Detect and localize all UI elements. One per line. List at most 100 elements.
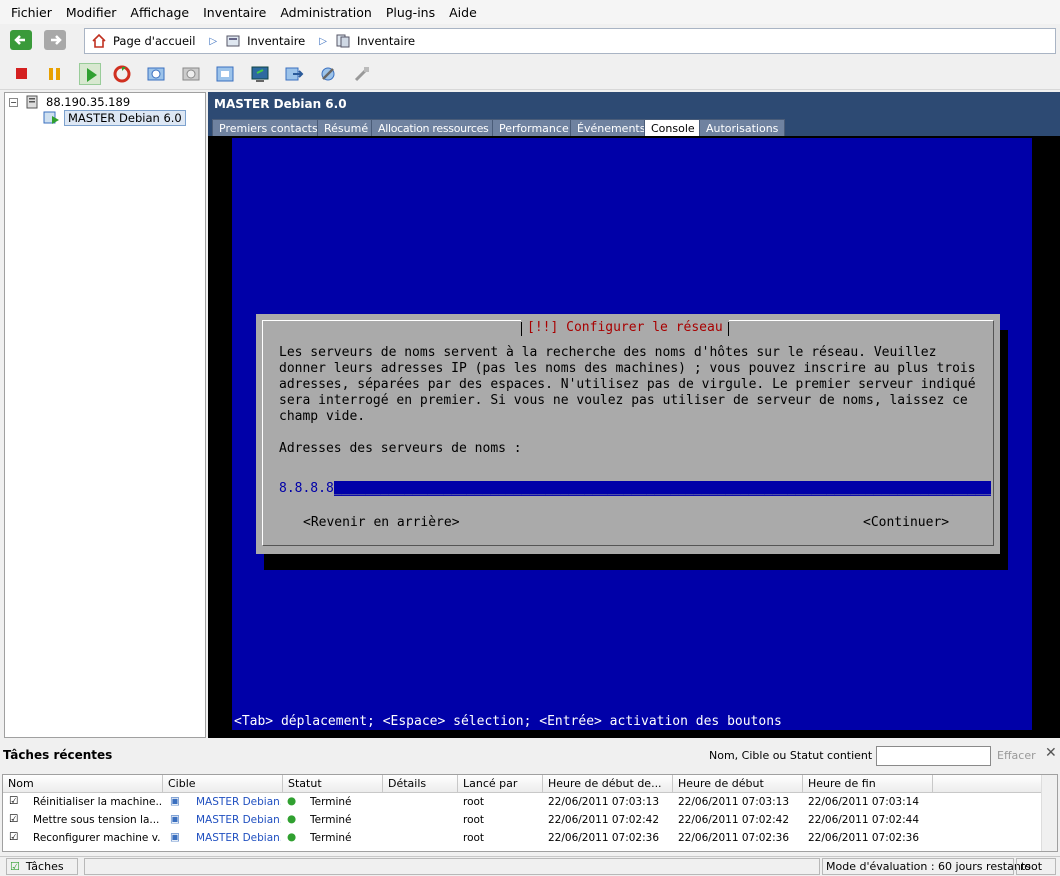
task-target-link[interactable]: MASTER Debian... <box>196 814 281 826</box>
task-initiator: root <box>463 796 485 808</box>
clear-button[interactable]: Effacer <box>997 749 1036 762</box>
edit-settings-icon[interactable] <box>317 63 339 85</box>
task-name: Reconfigurer machine v... <box>33 832 161 844</box>
network-config-dialog: [!!] Configurer le réseau Les serveurs d… <box>256 314 1000 554</box>
dns-servers-input[interactable]: 8.8.8.8_________________________________… <box>279 481 991 496</box>
task-status: Terminé <box>310 814 352 826</box>
revert-snapshot-icon[interactable] <box>180 63 202 85</box>
tasks-scrollbar[interactable] <box>1041 775 1057 851</box>
continue-button[interactable]: <Continuer> <box>863 515 949 530</box>
console-icon[interactable] <box>249 63 271 85</box>
pause-icon[interactable] <box>44 63 66 85</box>
forward-arrow-icon[interactable] <box>44 30 66 50</box>
status-bar: ☑ Tâches Mode d'évaluation : 60 jours re… <box>0 856 1060 876</box>
console-key-hint: <Tab> déplacement; <Espace> sélection; <… <box>234 714 782 729</box>
filter-dropdown[interactable]: Nom, Cible ou Statut contient : ▾ <box>709 749 888 762</box>
breadcrumb-home[interactable]: Page d'accueil <box>91 33 195 49</box>
column-header[interactable]: Statut <box>283 775 383 793</box>
tasks-table: Nom Cible Statut Détails Lancé par Heure… <box>2 774 1058 852</box>
vm-icon: ▣ <box>170 795 180 807</box>
menu-fichier[interactable]: Fichier <box>4 5 59 20</box>
dialog-text-line: Les serveurs de noms servent à la recher… <box>279 345 937 360</box>
recent-tasks-title: Tâches récentes <box>3 748 113 762</box>
column-header-filler <box>933 775 1043 793</box>
status-message-area <box>84 858 820 875</box>
vm-icon: ▣ <box>170 831 180 843</box>
tab-console[interactable]: Console <box>644 119 702 136</box>
home-icon <box>92 33 106 48</box>
breadcrumb-separator-icon: ▷ <box>209 35 218 47</box>
vm-powered-on-icon <box>43 111 59 124</box>
success-icon: ● <box>287 831 297 843</box>
recent-tasks-panel: Tâches récentes Nom, Cible ou Statut con… <box>0 740 1060 856</box>
menu-affichage[interactable]: Affichage <box>123 5 196 20</box>
play-icon[interactable] <box>79 63 101 85</box>
collapse-icon[interactable]: − <box>9 97 18 107</box>
back-button[interactable]: <Revenir en arrière> <box>303 515 460 530</box>
tab-allocation-ressources[interactable]: Allocation ressources <box>371 119 496 136</box>
task-end-time: 22/06/2011 07:03:14 <box>808 796 920 808</box>
task-target-link[interactable]: MASTER Debian... <box>196 796 281 808</box>
task-name: Réinitialiser la machine... <box>33 796 161 808</box>
dialog-text-line: donner leurs adresses IP (pas les noms d… <box>279 361 976 376</box>
tasks-check-icon: ☑ <box>10 860 20 873</box>
tab-premiers-contacts[interactable]: Premiers contacts <box>212 119 325 136</box>
breadcrumb-inventory-1[interactable]: Inventaire <box>225 33 305 49</box>
tree-vm-node[interactable]: MASTER Debian 6.0 <box>43 110 186 126</box>
filter-input[interactable] <box>876 746 991 766</box>
vms-templates-icon <box>336 34 350 48</box>
task-queued-time: 22/06/2011 07:02:42 <box>548 814 660 826</box>
vm-title: MASTER Debian 6.0 <box>214 97 347 111</box>
task-icon: ☑ <box>9 813 19 825</box>
vm-icon: ▣ <box>170 813 180 825</box>
address-bar[interactable]: Page d'accueil ▷ Inventaire ▷ Inventaire <box>84 28 1056 54</box>
column-header[interactable]: Cible <box>163 775 283 793</box>
column-header[interactable]: Heure de début <box>673 775 803 793</box>
task-start-time: 22/06/2011 07:02:36 <box>678 832 790 844</box>
menu-modifier[interactable]: Modifier <box>59 5 124 20</box>
back-arrow-icon[interactable] <box>10 30 32 50</box>
success-icon: ● <box>287 813 297 825</box>
tools-icon[interactable] <box>351 63 373 85</box>
menu-plugins[interactable]: Plug-ins <box>379 5 442 20</box>
dialog-text-line: adresses, séparées par des espaces. N'ut… <box>279 377 976 392</box>
column-header[interactable]: Lancé par <box>458 775 543 793</box>
task-end-time: 22/06/2011 07:02:44 <box>808 814 920 826</box>
close-icon[interactable]: ✕ <box>1045 745 1057 761</box>
column-header[interactable]: Heure de début de... <box>543 775 673 793</box>
dialog-text-line: champ vide. <box>279 409 366 424</box>
snapshot-manager-icon[interactable] <box>214 63 236 85</box>
vm-console[interactable]: [!!] Configurer le réseau Les serveurs d… <box>208 136 1060 738</box>
dialog-title: [!!] Configurer le réseau <box>521 320 729 336</box>
input-fill: ________________________________________… <box>333 481 991 496</box>
toolbar <box>0 58 1060 90</box>
dns-servers-value: 8.8.8.8 <box>279 481 334 496</box>
current-user-status: root <box>1016 858 1056 875</box>
tab-autorisations[interactable]: Autorisations <box>699 119 786 136</box>
tab-performance[interactable]: Performance <box>492 119 576 136</box>
column-header[interactable]: Détails <box>383 775 458 793</box>
inventory-tree: − 88.190.35.189 MASTER Debian 6.0 <box>4 92 206 738</box>
column-header[interactable]: Nom <box>3 775 163 793</box>
navigation-bar: Page d'accueil ▷ Inventaire ▷ Inventaire <box>0 26 1060 56</box>
task-initiator: root <box>463 832 485 844</box>
column-header[interactable]: Heure de fin <box>803 775 933 793</box>
tasks-toggle-button[interactable]: ☑ Tâches <box>6 858 78 875</box>
task-target-link[interactable]: MASTER Debian... <box>196 832 281 844</box>
console-screen[interactable]: [!!] Configurer le réseau Les serveurs d… <box>232 138 1032 730</box>
task-queued-time: 22/06/2011 07:03:13 <box>548 796 660 808</box>
tab-resume[interactable]: Résumé <box>317 119 376 136</box>
snapshot-icon[interactable] <box>145 63 167 85</box>
menu-aide[interactable]: Aide <box>442 5 484 20</box>
dialog-text-line: sera interrogé en premier. Si vous ne vo… <box>279 393 968 408</box>
migrate-icon[interactable] <box>283 63 305 85</box>
inventory-icon <box>226 35 240 47</box>
tab-evenements[interactable]: Événements <box>570 119 653 136</box>
menu-administration[interactable]: Administration <box>273 5 378 20</box>
menu-inventaire[interactable]: Inventaire <box>196 5 273 20</box>
dns-prompt-label: Adresses des serveurs de noms : <box>279 441 522 456</box>
breadcrumb-inventory-2[interactable]: Inventaire <box>335 33 415 49</box>
tree-host-node[interactable]: − 88.190.35.189 <box>9 95 130 109</box>
stop-icon[interactable] <box>11 63 33 85</box>
reset-icon[interactable] <box>111 63 133 85</box>
